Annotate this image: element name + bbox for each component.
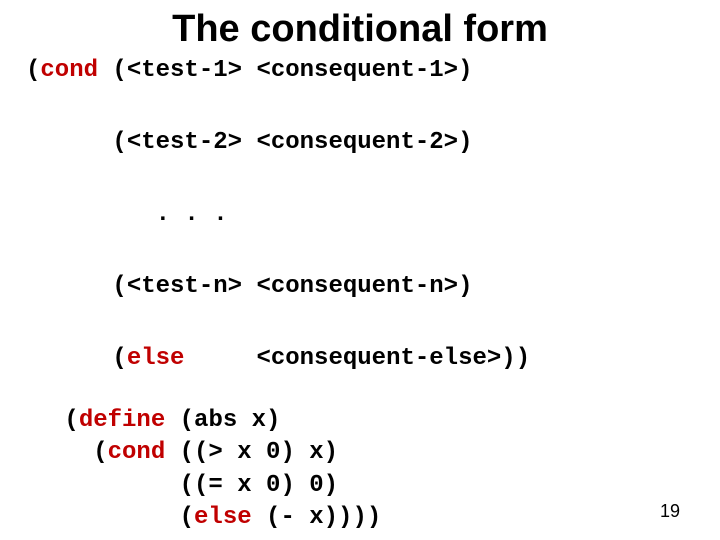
syntax-l1a: (: [26, 57, 40, 84]
syntax-l4: (<test-n> <consequent-n>): [26, 273, 472, 300]
syntax-l5a: (: [26, 345, 127, 372]
slide-content: The conditional form (cond (<test-1> <co…: [0, 0, 720, 535]
ex-l2b: ((> x 0) x): [165, 439, 338, 466]
ex-l1a: (: [50, 407, 79, 434]
abs-example-block: (define (abs x) (cond ((> x 0) x) ((= x …: [50, 405, 700, 535]
ex-l3: ((= x 0) 0): [50, 472, 338, 499]
keyword-cond-2: cond: [108, 439, 166, 466]
keyword-cond: cond: [40, 57, 98, 84]
keyword-else-2: else: [194, 504, 252, 531]
slide-title: The conditional form: [20, 8, 700, 51]
syntax-l5b: <consequent-else>)): [184, 345, 530, 372]
syntax-l1b: (<test-1> <consequent-1>): [98, 57, 472, 84]
ex-l2a: (: [50, 439, 108, 466]
ex-l4a: (: [50, 504, 194, 531]
ex-l1b: (abs x): [165, 407, 280, 434]
keyword-define: define: [79, 407, 165, 434]
cond-syntax-block: (cond (<test-1> <consequent-1>) (<test-2…: [26, 53, 700, 377]
syntax-l3: . . .: [26, 201, 228, 228]
ex-l4b: (- x)))): [252, 504, 382, 531]
syntax-l2: (<test-2> <consequent-2>): [26, 129, 472, 156]
page-number: 19: [660, 501, 680, 522]
keyword-else: else: [127, 345, 185, 372]
